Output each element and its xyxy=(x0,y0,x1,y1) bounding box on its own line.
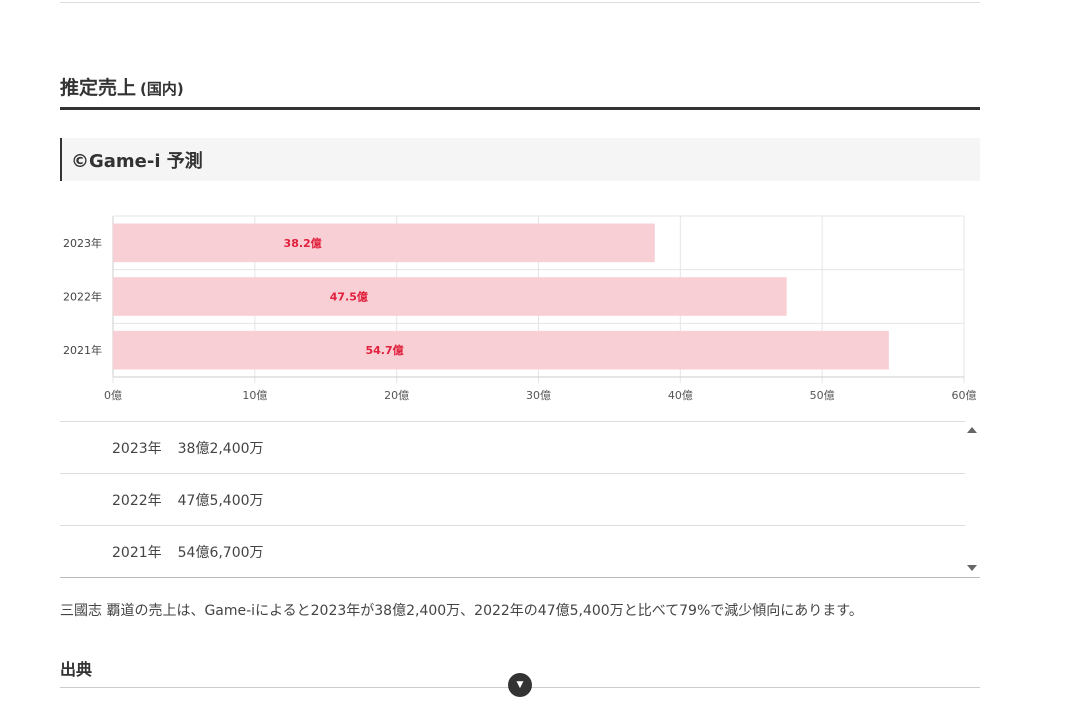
list-item-year: 2023年 xyxy=(112,440,162,457)
source-header: ©Game-i 予測 xyxy=(60,138,980,181)
list-divider xyxy=(60,577,980,578)
section-subtitle: (国内) xyxy=(140,80,184,98)
scroll-up-arrow-icon[interactable] xyxy=(967,427,977,433)
y-tick-label: 2022年 xyxy=(63,290,102,304)
list-item: 2023年 38億2,400万 xyxy=(60,422,965,474)
bar-value-label: 47.5億 xyxy=(330,290,368,304)
top-divider xyxy=(60,2,980,3)
section-title-text: 推定売上 xyxy=(60,77,137,99)
list-item: 2021年 54億6,700万 xyxy=(60,526,965,578)
x-tick-label: 0億 xyxy=(104,389,122,402)
source-label: ©Game-i 予測 xyxy=(71,151,203,172)
bar-value-label: 38.2億 xyxy=(284,236,322,250)
list-item-value: 47億5,400万 xyxy=(177,492,264,509)
list-item-year: 2021年 xyxy=(112,544,162,561)
x-tick-label: 40億 xyxy=(668,389,693,402)
sales-bar-chart: 0億 10億 20億 30億 40億 50億 60億 2023年 38.2億 2022年 47.5億… xyxy=(0,200,1071,414)
x-tick-label: 10億 xyxy=(242,389,267,402)
citation-title: 出典 xyxy=(60,660,93,679)
y-tick-label: 2021年 xyxy=(63,343,102,357)
list-scrollbar[interactable] xyxy=(965,421,980,577)
bar-value-label: 54.7億 xyxy=(365,343,403,357)
x-tick-label: 60億 xyxy=(952,389,977,402)
x-tick-label: 30億 xyxy=(526,389,551,402)
bar xyxy=(113,277,787,316)
chevron-down-icon[interactable]: ▼ xyxy=(508,673,532,697)
summary-text: 三國志 覇道の売上は、Game-iによると2023年が38億2,400万、202… xyxy=(60,603,863,619)
x-tick-label: 20億 xyxy=(384,389,409,402)
x-tick-label: 50億 xyxy=(810,389,835,402)
scroll-down-arrow-icon[interactable] xyxy=(967,565,977,571)
bar xyxy=(113,330,889,370)
section-divider xyxy=(60,107,980,110)
chart-svg: 0億 10億 20億 30億 40億 50億 60億 2023年 38.2億 2022年 47.5億… xyxy=(63,215,977,402)
list-item: 2022年 47億5,400万 xyxy=(60,474,965,526)
list-item-value: 38億2,400万 xyxy=(177,440,264,457)
section-title: 推定売上 (国内) xyxy=(60,73,184,100)
list-item-value: 54億6,700万 xyxy=(177,544,264,561)
y-tick-label: 2023年 xyxy=(63,236,102,250)
sales-list: 2023年 38億2,400万 2022年 47億5,400万 2021年 54… xyxy=(60,421,965,578)
list-item-year: 2022年 xyxy=(112,492,162,509)
bar xyxy=(113,223,655,263)
